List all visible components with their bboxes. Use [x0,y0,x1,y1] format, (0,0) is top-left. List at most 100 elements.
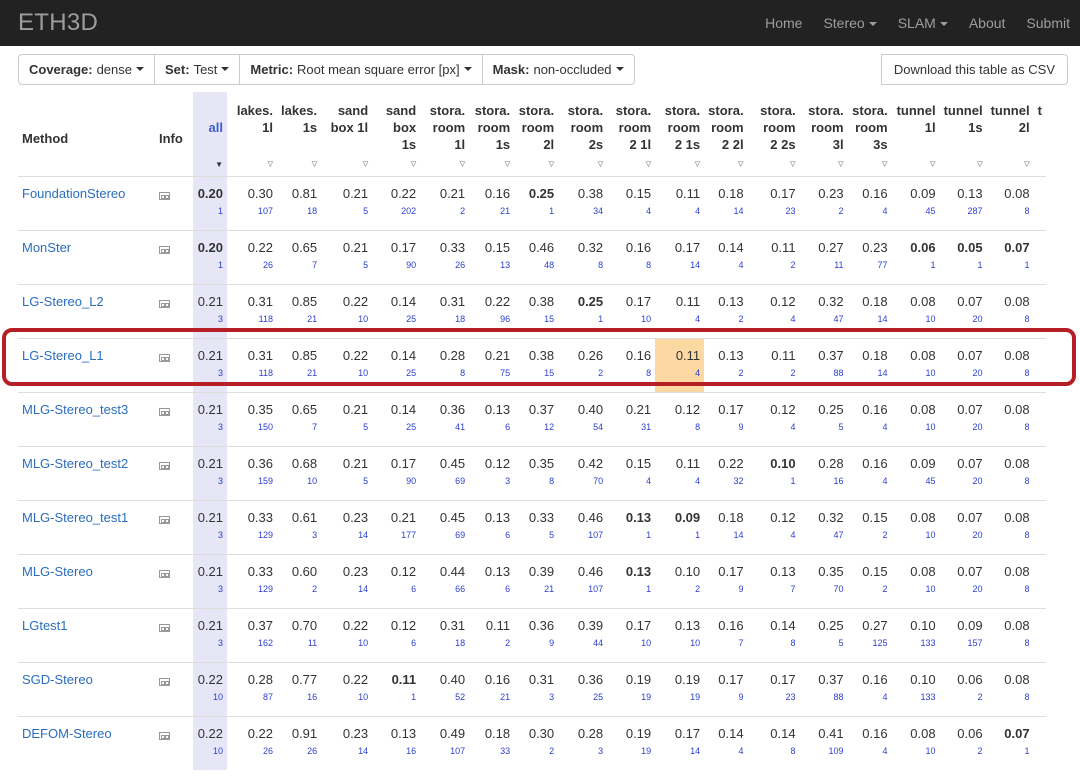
rank-link[interactable]: 48 [518,260,554,270]
rank-link[interactable]: 129 [231,530,273,540]
rank-link[interactable]: 10 [325,368,368,378]
column-header[interactable]: stora. room 2l ▽ [514,92,558,176]
sort-icon[interactable]: ▽ [325,156,368,173]
rank-link[interactable]: 25 [376,314,416,324]
rank-link[interactable]: 1 [752,476,796,486]
rank-link[interactable]: 2 [852,530,888,540]
rank-link[interactable]: 5 [518,530,554,540]
rank-link[interactable]: 10 [659,638,700,648]
rank-link[interactable]: 2 [852,584,888,594]
rank-link[interactable]: 5 [325,206,368,216]
rank-link[interactable]: 287 [944,206,983,216]
sort-icon[interactable]: ▽ [562,156,603,173]
rank-link[interactable]: 162 [231,638,273,648]
method-link[interactable]: LGtest1 [18,607,155,662]
rank-link[interactable]: 1 [197,260,223,270]
sort-icon[interactable]: ▽ [231,156,273,173]
nav-home[interactable]: Home [765,15,802,31]
column-header[interactable]: stora. room 2 1s ▽ [655,92,704,176]
sort-icon[interactable]: ▽ [752,156,795,173]
rank-link[interactable]: 7 [281,422,317,432]
column-header[interactable]: lakes. 1s ▽ [277,92,321,176]
rank-link[interactable]: 7 [708,638,744,648]
rank-link[interactable]: 26 [281,746,317,756]
rank-link[interactable]: 4 [659,206,700,216]
rank-link[interactable]: 10 [197,746,223,756]
rank-link[interactable]: 70 [804,584,844,594]
rank-link[interactable]: 5 [325,422,368,432]
rank-link[interactable]: 3 [197,368,223,378]
rank-link[interactable]: 70 [562,476,603,486]
rank-link[interactable]: 118 [231,314,273,324]
rank-link[interactable]: 177 [376,530,416,540]
rank-link[interactable]: 150 [231,422,273,432]
rank-link[interactable]: 10 [896,314,936,324]
rank-link[interactable]: 8 [991,692,1030,702]
column-header[interactable]: sand box 1s ▽ [372,92,420,176]
rank-link[interactable]: 25 [376,422,416,432]
rank-link[interactable]: 8 [659,422,700,432]
info-icon[interactable] [159,245,170,254]
rank-link[interactable]: 69 [424,530,465,540]
rank-link[interactable]: 14 [325,584,368,594]
rank-link[interactable]: 1 [197,206,223,216]
rank-link[interactable]: 2 [562,368,603,378]
rank-link[interactable]: 14 [852,314,888,324]
rank-link[interactable]: 44 [562,638,603,648]
rank-link[interactable]: 25 [562,692,603,702]
column-header[interactable]: stora. room 1l ▽ [420,92,469,176]
info-icon[interactable] [159,299,170,308]
rank-link[interactable]: 3 [197,584,223,594]
rank-link[interactable]: 87 [231,692,273,702]
sort-icon[interactable]: ▽ [804,156,843,173]
method-header[interactable]: Method [18,92,155,176]
rank-link[interactable]: 4 [752,422,796,432]
rank-link[interactable]: 19 [659,692,700,702]
rank-link[interactable]: 1 [518,206,554,216]
column-header-all[interactable]: all ▼ [193,92,227,176]
rank-link[interactable]: 133 [896,638,936,648]
rank-link[interactable]: 1 [991,746,1030,756]
rank-link[interactable]: 90 [376,260,416,270]
info-icon[interactable] [159,407,170,416]
column-header[interactable]: lakes. 1l ▽ [227,92,277,176]
rank-link[interactable]: 10 [896,584,936,594]
rank-link[interactable]: 8 [562,260,603,270]
rank-link[interactable]: 33 [473,746,510,756]
rank-link[interactable]: 26 [424,260,465,270]
sort-icon[interactable]: ▽ [659,156,700,173]
mask-dropdown[interactable]: Mask: non-occluded [481,53,635,85]
sort-icon[interactable]: ▽ [991,156,1029,173]
rank-link[interactable]: 3 [197,476,223,486]
rank-link[interactable]: 41 [424,422,465,432]
rank-link[interactable]: 202 [376,206,416,216]
rank-link[interactable]: 8 [424,368,465,378]
rank-link[interactable]: 4 [611,206,651,216]
rank-link[interactable]: 10 [325,638,368,648]
method-link[interactable]: MonSter [18,229,155,284]
rank-link[interactable]: 8 [991,476,1030,486]
rank-link[interactable]: 1 [376,692,416,702]
rank-link[interactable]: 45 [896,476,936,486]
rank-link[interactable]: 5 [804,638,844,648]
method-link[interactable]: MLG-Stereo_test1 [18,499,155,554]
sort-icon[interactable]: ▽ [852,156,887,173]
rank-link[interactable]: 21 [281,368,317,378]
rank-link[interactable]: 4 [611,476,651,486]
rank-link[interactable]: 10 [896,422,936,432]
rank-link[interactable]: 75 [473,368,510,378]
rank-link[interactable]: 10 [325,692,368,702]
rank-link[interactable]: 4 [852,746,888,756]
rank-link[interactable]: 3 [197,530,223,540]
rank-link[interactable]: 14 [325,746,368,756]
rank-link[interactable]: 16 [376,746,416,756]
rank-link[interactable]: 3 [197,314,223,324]
rank-link[interactable]: 8 [991,368,1030,378]
info-icon[interactable] [159,677,170,686]
rank-link[interactable]: 52 [424,692,465,702]
rank-link[interactable]: 107 [231,206,273,216]
rank-link[interactable]: 2 [424,206,465,216]
method-link[interactable]: LG-Stereo_L2 [18,283,155,338]
rank-link[interactable]: 6 [473,584,510,594]
rank-link[interactable]: 20 [944,476,983,486]
